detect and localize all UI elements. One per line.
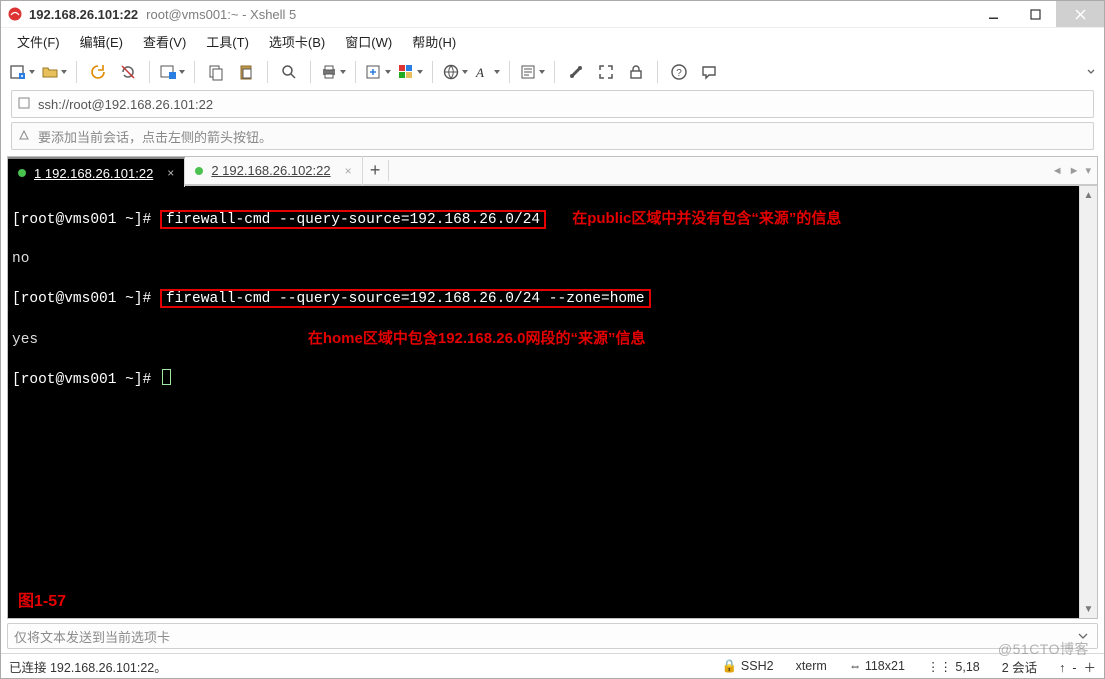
window-title-main: 192.168.26.101:22 <box>29 7 138 22</box>
tools-button[interactable] <box>562 58 590 86</box>
scroll-track[interactable] <box>1080 204 1097 600</box>
session-tab-1-label: 192.168.26.101:22 <box>45 166 153 181</box>
status-dot-connected-icon <box>18 169 26 177</box>
scroll-down-icon[interactable]: ▼ <box>1080 600 1097 618</box>
window-close-button[interactable] <box>1056 1 1104 27</box>
paste-button[interactable] <box>232 58 260 86</box>
copy-button[interactable] <box>202 58 230 86</box>
new-session-button[interactable] <box>7 58 37 86</box>
session-tab-2-label: 192.168.26.102:22 <box>222 163 330 178</box>
figure-label: 图1-57 <box>18 592 66 612</box>
terminal[interactable]: [root@vms001 ~]# firewall-cmd --query-so… <box>8 186 1079 618</box>
encoding-button[interactable] <box>440 58 470 86</box>
main-toolbar: A ? <box>1 54 1104 90</box>
annotation-home: 在home区域中包含192.168.26.0网段的“来源”信息 <box>308 330 646 347</box>
menu-tabs[interactable]: 选项卡(B) <box>259 30 335 53</box>
menu-file[interactable]: 文件(F) <box>7 30 70 53</box>
new-tab-button[interactable]: + <box>363 160 389 181</box>
app-icon <box>7 6 23 22</box>
window-titlebar: 192.168.26.101:22 root@vms001:~ - Xshell… <box>1 1 1104 28</box>
toolbar-separator <box>355 61 356 83</box>
toolbar-separator <box>194 61 195 83</box>
tab-nav-buttons: ◄ ► ▾ <box>1046 164 1097 177</box>
send-input[interactable]: 仅将文本发送到当前选项卡 <box>7 623 1098 649</box>
menubar: 文件(F) 编辑(E) 查看(V) 工具(T) 选项卡(B) 窗口(W) 帮助(… <box>1 28 1104 54</box>
svg-text:A: A <box>475 65 484 80</box>
terminal-output: yes <box>12 332 38 348</box>
hint-bar: 要添加当前会话，点击左侧的箭头按钮。 <box>11 122 1094 150</box>
font-button[interactable]: A <box>472 58 502 86</box>
status-more: ↑ - ＋ <box>1059 657 1096 676</box>
scheme-button[interactable] <box>395 58 425 86</box>
terminal-scrollbar[interactable]: ▲ ▼ <box>1079 186 1097 618</box>
print-button[interactable] <box>318 58 348 86</box>
window-controls <box>972 1 1104 27</box>
prompt: [root@vms001 ~]# <box>12 372 160 388</box>
prompt: [root@vms001 ~]# <box>12 212 160 228</box>
session-tabs: 1 192.168.26.101:22 × 2 192.168.26.102:2… <box>7 156 1098 186</box>
script-button[interactable] <box>517 58 547 86</box>
address-text: ssh://root@192.168.26.101:22 <box>38 97 213 112</box>
address-bar[interactable]: ssh://root@192.168.26.101:22 <box>11 90 1094 118</box>
scroll-up-icon[interactable]: ▲ <box>1080 186 1097 204</box>
menu-view[interactable]: 查看(V) <box>133 30 196 53</box>
toolbar-separator <box>267 61 268 83</box>
send-input-placeholder: 仅将文本发送到当前选项卡 <box>14 627 170 646</box>
terminal-container: [root@vms001 ~]# firewall-cmd --query-so… <box>7 186 1098 619</box>
window-minimize-button[interactable] <box>972 1 1014 27</box>
properties-button[interactable] <box>157 58 187 86</box>
menu-edit[interactable]: 编辑(E) <box>70 30 133 53</box>
menu-window[interactable]: 窗口(W) <box>335 30 402 53</box>
toolbar-separator <box>432 61 433 83</box>
window-maximize-button[interactable] <box>1014 1 1056 27</box>
tab-list-button[interactable]: ▾ <box>1085 164 1091 177</box>
disconnect-button[interactable] <box>114 58 142 86</box>
hint-text: 要添加当前会话，点击左侧的箭头按钮。 <box>38 127 272 146</box>
session-tab-2[interactable]: 2 192.168.26.102:22 × <box>185 156 362 186</box>
status-term: xterm <box>796 659 827 673</box>
terminal-output: no <box>12 249 1075 269</box>
annotation-public: 在public区域中并没有包含“来源”的信息 <box>572 210 841 227</box>
tab-prev-button[interactable]: ◄ <box>1052 165 1063 177</box>
session-tab-1[interactable]: 1 192.168.26.101:22 × <box>8 157 185 187</box>
send-target-dropdown[interactable] <box>1075 628 1091 644</box>
command-highlight: firewall-cmd --query-source=192.168.26.0… <box>160 289 651 308</box>
status-dot-connected-icon <box>195 167 203 175</box>
menu-help[interactable]: 帮助(H) <box>402 30 466 53</box>
toolbar-separator <box>149 61 150 83</box>
terminal-cursor <box>162 369 171 385</box>
status-sessions: 2 会话 <box>1002 657 1037 676</box>
prompt: [root@vms001 ~]# <box>12 291 160 307</box>
help-button[interactable]: ? <box>665 58 693 86</box>
find-button[interactable] <box>275 58 303 86</box>
status-lock-icon: 🔒 SSH2 <box>722 659 774 674</box>
lock-button[interactable] <box>622 58 650 86</box>
svg-text:?: ? <box>676 68 682 79</box>
tab-close-icon[interactable]: × <box>345 164 352 178</box>
toolbar-separator <box>554 61 555 83</box>
status-connection: 已连接 192.168.26.101:22。 <box>9 657 167 676</box>
window-title-sub: root@vms001:~ - Xshell 5 <box>146 7 296 22</box>
status-cursor: ⋮⋮ 5,18 <box>927 659 980 674</box>
toolbar-overflow-button[interactable] <box>1084 65 1098 79</box>
app-window: 192.168.26.101:22 root@vms001:~ - Xshell… <box>0 0 1105 679</box>
toolbar-separator <box>310 61 311 83</box>
status-bar: 已连接 192.168.26.101:22。 🔒 SSH2 xterm ⇔ 11… <box>1 654 1104 678</box>
toolbar-separator <box>509 61 510 83</box>
command-highlight: firewall-cmd --query-source=192.168.26.0… <box>160 210 546 229</box>
tab-next-button[interactable]: ► <box>1069 165 1080 177</box>
toolbar-separator <box>76 61 77 83</box>
tab-close-icon[interactable]: × <box>167 166 174 180</box>
fullscreen-button[interactable] <box>592 58 620 86</box>
feedback-button[interactable] <box>695 58 723 86</box>
session-link-icon <box>18 97 32 112</box>
toolbar-separator <box>657 61 658 83</box>
menu-tools[interactable]: 工具(T) <box>196 30 259 53</box>
status-size: ⇔ 118x21 <box>849 659 905 673</box>
reconnect-button[interactable] <box>84 58 112 86</box>
file-transfer-button[interactable] <box>363 58 393 86</box>
open-session-button[interactable] <box>39 58 69 86</box>
hint-add-icon[interactable] <box>18 129 32 144</box>
